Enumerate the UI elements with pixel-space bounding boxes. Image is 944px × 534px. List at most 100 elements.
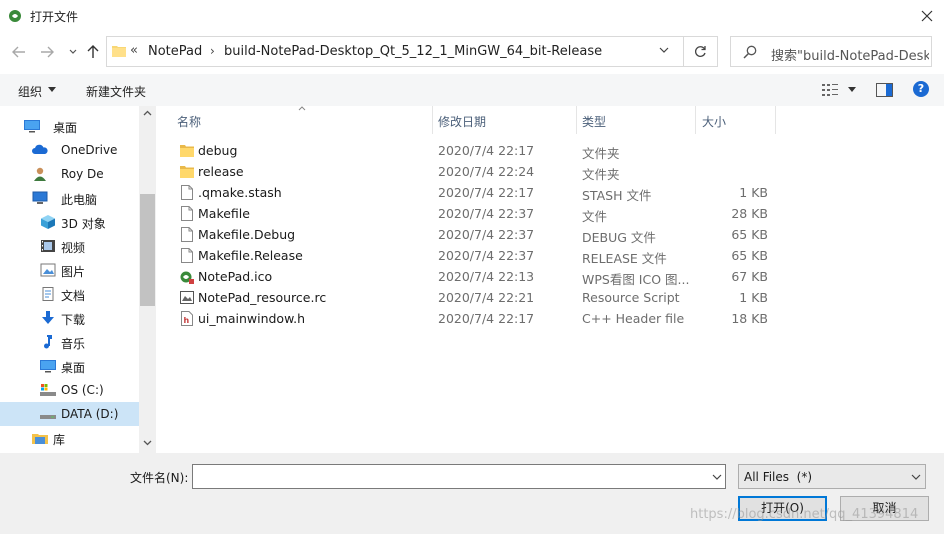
- nav-item-8[interactable]: 下载: [0, 306, 139, 330]
- breadcrumb-notepad[interactable]: NotePad: [148, 44, 202, 59]
- search-icon: [743, 45, 757, 59]
- chevron-down-icon[interactable]: [659, 46, 669, 54]
- refresh-button[interactable]: [684, 36, 718, 67]
- title-bar: 打开文件: [0, 0, 944, 32]
- file-date: 2020/7/4 22:17: [438, 311, 535, 326]
- chevron-down-icon[interactable]: [48, 87, 56, 92]
- close-button[interactable]: [912, 2, 942, 30]
- cube-icon: [40, 215, 56, 229]
- nav-item-3[interactable]: 此电脑: [0, 186, 139, 210]
- scroll-up-icon[interactable]: [143, 110, 152, 116]
- filename-input[interactable]: [192, 464, 726, 489]
- nav-item-0[interactable]: 桌面: [0, 114, 139, 138]
- breadcrumb-separator[interactable]: ›: [210, 44, 215, 58]
- file-type: 文件夹: [582, 146, 620, 161]
- command-bar: 组织 新建文件夹: [0, 74, 944, 106]
- file-type: STASH 文件: [582, 188, 652, 203]
- watermark: https://blog.csdn.net/qq_41394814: [690, 507, 919, 522]
- drive-os-icon: [40, 383, 56, 397]
- file-size: 67 KB: [731, 269, 768, 284]
- file-type: C++ Header file: [582, 311, 685, 326]
- file-size: 65 KB: [731, 227, 768, 242]
- address-bar[interactable]: « NotePad › build-NotePad-Desktop_Qt_5_1…: [106, 36, 684, 67]
- file-row[interactable]: .qmake.stash 2020/7/4 22:17 STASH 文件 1 KB: [172, 182, 772, 203]
- up-button[interactable]: [82, 40, 104, 64]
- new-folder-button[interactable]: 新建文件夹: [86, 83, 146, 100]
- window-title: 打开文件: [30, 10, 79, 24]
- nav-item-5[interactable]: 视频: [0, 234, 139, 258]
- file-row[interactable]: Makefile.Debug 2020/7/4 22:37 DEBUG 文件 65 K…: [172, 224, 772, 245]
- file-icon: [180, 248, 194, 263]
- file-name: Makefile.Release: [198, 248, 303, 263]
- nav-item-1[interactable]: OneDrive: [0, 138, 139, 162]
- nav-item-13[interactable]: 库: [0, 426, 139, 450]
- help-icon[interactable]: ?: [913, 81, 929, 97]
- file-list: 名称 修改日期 类型 大小 debug 2020/7/4 22:17 文件夹 rele…: [156, 106, 944, 453]
- file-row[interactable]: NotePad.ico 2020/7/4 22:13 WPS看图 ICO 图... 6…: [172, 266, 772, 287]
- nav-item-label: 此电脑: [61, 193, 98, 207]
- file-row[interactable]: h ui_mainwindow.h 2020/7/4 22:17 C++ Header…: [172, 308, 772, 329]
- file-row[interactable]: Makefile.Release 2020/7/4 22:37 RELEASE 文件…: [172, 245, 772, 266]
- file-type: 文件夹: [582, 167, 620, 182]
- file-row[interactable]: Makefile 2020/7/4 22:37 文件 28 KB: [172, 203, 772, 224]
- column-divider[interactable]: [432, 106, 433, 134]
- nav-item-label: 音乐: [61, 337, 86, 351]
- chevron-down-icon[interactable]: [848, 87, 856, 92]
- organize-button[interactable]: 组织: [18, 83, 42, 100]
- forward-button[interactable]: [36, 40, 58, 64]
- picture-icon: [40, 263, 56, 277]
- nav-item-label: 图片: [61, 265, 86, 279]
- user-icon: [32, 167, 48, 181]
- header-file-icon: h: [180, 311, 194, 326]
- nav-item-label: 下载: [61, 313, 86, 327]
- nav-item-4[interactable]: 3D 对象: [0, 210, 139, 234]
- column-header-size[interactable]: 大小: [702, 106, 726, 134]
- column-header-type[interactable]: 类型: [582, 106, 606, 134]
- refresh-icon: [694, 46, 706, 57]
- column-header-name[interactable]: 名称: [177, 106, 201, 134]
- file-row[interactable]: debug 2020/7/4 22:17 文件夹: [172, 140, 772, 161]
- column-header-date[interactable]: 修改日期: [438, 106, 486, 134]
- file-size: 1 KB: [739, 185, 768, 200]
- nav-item-10[interactable]: 桌面: [0, 354, 139, 378]
- preview-pane-icon[interactable]: [876, 83, 893, 97]
- file-row[interactable]: release 2020/7/4 22:24 文件夹: [172, 161, 772, 182]
- chevron-down-icon[interactable]: [712, 474, 722, 480]
- nav-item-12[interactable]: DATA (D:): [0, 402, 139, 426]
- nav-item-label: 桌面: [53, 121, 78, 135]
- nav-item-11[interactable]: OS (C:): [0, 378, 139, 402]
- column-divider[interactable]: [775, 106, 776, 134]
- library-icon: [32, 431, 48, 445]
- file-row[interactable]: NotePad_resource.rc 2020/7/4 22:21 Resourc…: [172, 287, 772, 308]
- column-divider[interactable]: [695, 106, 696, 134]
- file-date: 2020/7/4 22:17: [438, 143, 535, 158]
- nav-item-6[interactable]: 图片: [0, 258, 139, 282]
- file-type: 文件: [582, 209, 608, 224]
- nav-item-7[interactable]: 文档: [0, 282, 139, 306]
- arrow-up-icon: [87, 45, 99, 58]
- view-details-icon[interactable]: [822, 83, 840, 97]
- column-divider[interactable]: [576, 106, 577, 134]
- search-box[interactable]: 搜索"build-NotePad-Desk...: [730, 36, 932, 67]
- file-name: .qmake.stash: [198, 185, 282, 200]
- scrollbar-thumb[interactable]: [140, 194, 155, 306]
- sort-ascending-icon: [298, 106, 306, 111]
- file-name: ui_mainwindow.h: [198, 311, 306, 326]
- file-size: 18 KB: [731, 311, 768, 326]
- drive-icon: [40, 407, 56, 421]
- file-date: 2020/7/4 22:13: [438, 269, 535, 284]
- breadcrumb-build-folder[interactable]: build-NotePad-Desktop_Qt_5_12_1_MinGW_64…: [224, 44, 602, 59]
- folder-icon: [180, 164, 194, 179]
- back-button[interactable]: [8, 40, 30, 64]
- computer-icon: [32, 191, 48, 205]
- file-date: 2020/7/4 22:17: [438, 185, 535, 200]
- navigation-pane: 桌面 OneDrive Roy De 此电脑 3D 对象 视频 图片 文档 下载 音乐 桌面 OS (…: [0, 106, 156, 453]
- nav-item-9[interactable]: 音乐: [0, 330, 139, 354]
- nav-item-2[interactable]: Roy De: [0, 162, 139, 186]
- scroll-down-icon[interactable]: [143, 440, 152, 446]
- filetype-select[interactable]: All Files (*): [738, 464, 926, 489]
- file-name: Makefile.Debug: [198, 227, 296, 242]
- nav-scrollbar[interactable]: [139, 106, 156, 453]
- recent-locations-button[interactable]: [62, 40, 84, 64]
- address-overflow[interactable]: «: [130, 43, 138, 58]
